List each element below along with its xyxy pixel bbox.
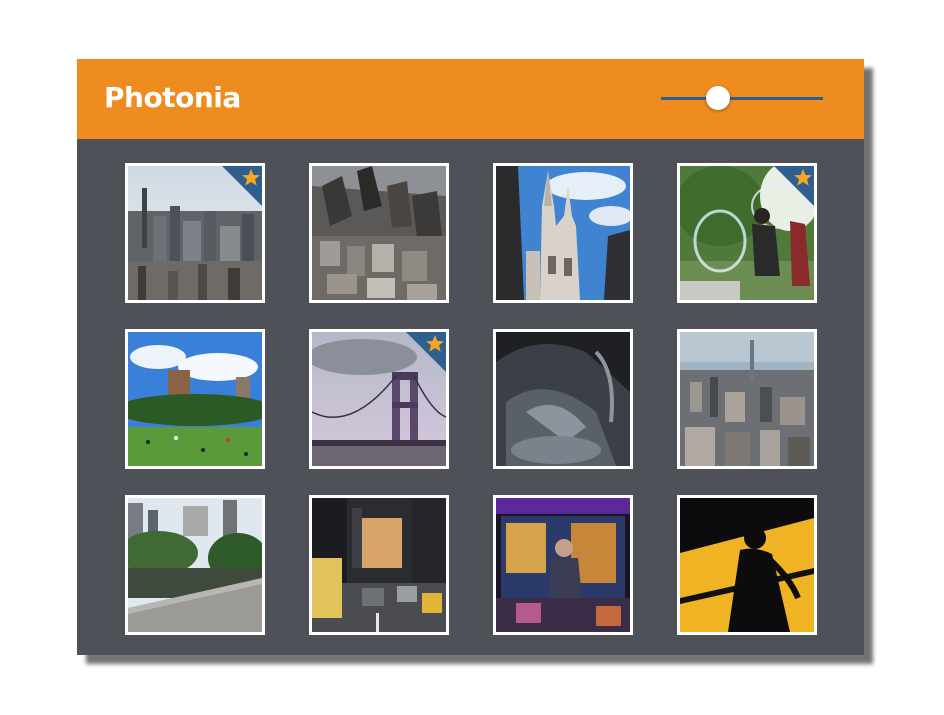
- photo-food-cart-night: [496, 498, 630, 632]
- photo-aerial-city: [312, 166, 446, 300]
- slider-track[interactable]: [661, 97, 823, 100]
- photo-tile[interactable]: [493, 495, 633, 635]
- photo-tile[interactable]: [125, 163, 265, 303]
- photo-tile[interactable]: [125, 495, 265, 635]
- photo-tile[interactable]: [309, 163, 449, 303]
- photo-tile[interactable]: [125, 329, 265, 469]
- photo-street-traffic: [312, 498, 446, 632]
- zoom-slider[interactable]: [661, 85, 823, 111]
- photo-tile[interactable]: [677, 163, 817, 303]
- app-window: Photonia: [77, 59, 864, 655]
- star-icon: [406, 332, 446, 372]
- slider-thumb[interactable]: [705, 86, 730, 110]
- photo-statue-closeup: [496, 332, 630, 466]
- photo-park-lawn: [128, 332, 262, 466]
- photo-tile[interactable]: [309, 495, 449, 635]
- photo-tile[interactable]: [677, 329, 817, 469]
- app-title: Photonia: [104, 81, 241, 114]
- photo-city-panorama: [680, 332, 814, 466]
- photo-park-pond: [128, 498, 262, 632]
- photo-tile[interactable]: [309, 329, 449, 469]
- header-bar: Photonia: [77, 59, 864, 139]
- photo-tile[interactable]: [677, 495, 817, 635]
- photo-cathedral-spires: [496, 166, 630, 300]
- photo-tile[interactable]: [493, 163, 633, 303]
- photo-silhouette-window: [680, 498, 814, 632]
- star-icon: [774, 166, 814, 206]
- photo-tile[interactable]: [493, 329, 633, 469]
- star-icon: [222, 166, 262, 206]
